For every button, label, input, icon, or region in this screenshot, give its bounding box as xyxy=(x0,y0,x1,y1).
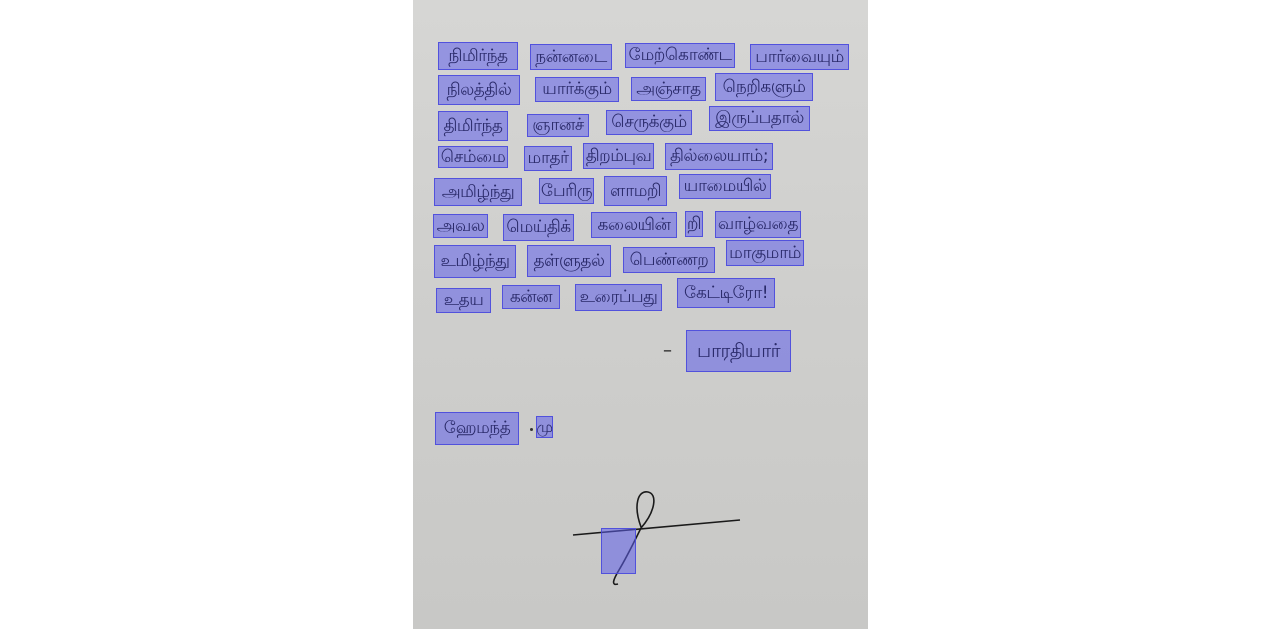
handwritten-page: நிமிர்ந்த நன்னடை மேற்கொண்ட பார்வையும் நி… xyxy=(413,0,868,629)
signature-drawing xyxy=(572,491,741,586)
signature-highlight xyxy=(601,528,636,574)
screenshot-canvas: நிமிர்ந்த நன்னடை மேற்கொண்ட பார்வையும் நி… xyxy=(0,0,1280,629)
